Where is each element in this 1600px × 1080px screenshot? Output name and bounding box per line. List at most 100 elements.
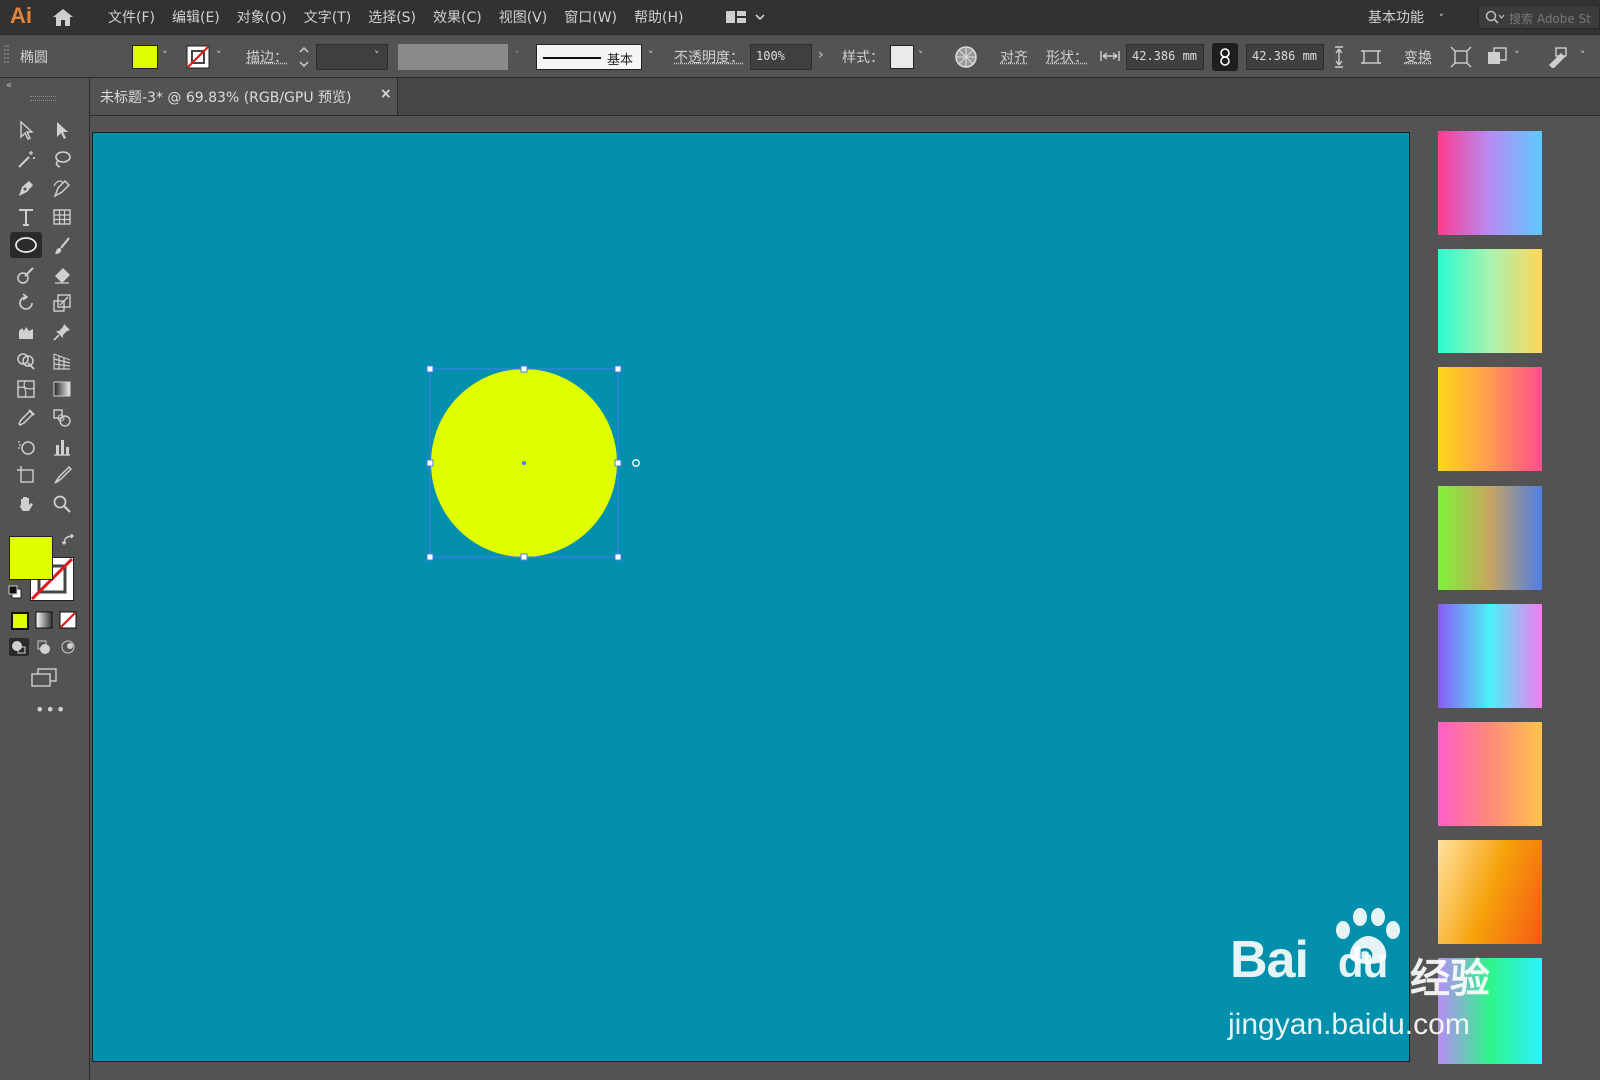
pen-tool-icon[interactable] [12, 175, 40, 201]
stroke-label[interactable]: 描边： [246, 47, 288, 67]
color-mode-button[interactable] [11, 612, 29, 630]
puppet-warp-tool-icon[interactable] [12, 319, 40, 345]
menu-effect[interactable]: 效果(C) [433, 7, 482, 27]
more-tools-icon[interactable]: ••• [35, 700, 66, 719]
variable-width-profile[interactable] [398, 44, 508, 70]
pie-widget-handle[interactable] [632, 459, 640, 467]
gradient-swatch[interactable] [1438, 131, 1542, 235]
change-screen-mode-icon[interactable] [30, 668, 58, 688]
chevron-down-icon[interactable]: ˅ [648, 49, 654, 62]
gradient-swatch[interactable] [1438, 722, 1542, 826]
artboard-tool-icon[interactable] [12, 462, 40, 488]
shape-builder-tool-icon[interactable] [12, 348, 40, 374]
ellipse-tool-icon[interactable] [10, 232, 42, 258]
gradient-mode-icon[interactable] [35, 611, 53, 629]
align-label[interactable]: 对齐 [1000, 47, 1028, 67]
selection-tool-icon[interactable] [12, 117, 40, 143]
eyedropper-tool-icon[interactable] [12, 405, 40, 431]
menu-edit[interactable]: 编辑(E) [172, 7, 220, 27]
fill-color-large[interactable] [9, 536, 53, 580]
type-tool-icon[interactable] [12, 204, 40, 230]
isolate-icon[interactable] [1450, 46, 1472, 68]
eraser-tool-icon[interactable] [48, 262, 76, 288]
menu-list: 文件(F) 编辑(E) 对象(O) 文字(T) 选择(S) 效果(C) 视图(V… [108, 7, 700, 27]
draw-normal-icon[interactable] [9, 638, 29, 656]
menu-object[interactable]: 对象(O) [237, 7, 287, 27]
perspective-grid-tool-icon[interactable] [48, 348, 76, 374]
chevron-right-icon[interactable]: › [818, 47, 824, 63]
lasso-tool-icon[interactable] [48, 146, 76, 172]
menu-view[interactable]: 视图(V) [499, 7, 548, 27]
paintbrush-tool-icon[interactable] [48, 233, 76, 259]
chevron-down-icon[interactable]: ˅ [374, 49, 380, 62]
rotate-tool-icon[interactable] [12, 290, 40, 316]
menu-window[interactable]: 窗口(W) [564, 7, 617, 27]
menu-select[interactable]: 选择(S) [368, 7, 416, 27]
menu-bar: Ai 文件(F) 编辑(E) 对象(O) 文字(T) 选择(S) 效果(C) 视… [0, 0, 1600, 34]
chevron-down-icon[interactable]: ˅ [1514, 49, 1520, 62]
collapse-panel-icon[interactable]: « [6, 80, 12, 91]
curvature-tool-icon[interactable] [48, 175, 76, 201]
recolor-artwork-icon[interactable] [954, 45, 978, 69]
chevron-down-icon[interactable]: ˅ [918, 49, 924, 62]
scale-tool-icon[interactable] [48, 290, 76, 316]
symbol-sprayer-tool-icon[interactable] [12, 434, 40, 460]
direct-selection-tool-icon[interactable] [48, 117, 76, 143]
shape-label[interactable]: 形状： [1046, 47, 1088, 67]
artboard[interactable] [92, 132, 1410, 1062]
workspace-switcher[interactable]: 基本功能 ˅ [1368, 7, 1444, 27]
arrange-icon[interactable] [1486, 46, 1508, 68]
fill-color-swatch[interactable] [132, 45, 158, 69]
stroke-none-icon[interactable] [186, 45, 210, 69]
watermark-brand-left: Bai [1230, 931, 1309, 989]
object-type-label: 椭圆 [20, 50, 48, 66]
gradient-swatch[interactable] [1438, 604, 1542, 708]
pin-tool-icon[interactable] [48, 319, 76, 345]
draw-behind-icon[interactable] [34, 638, 54, 656]
mesh-tool-icon[interactable] [12, 376, 40, 402]
workspace-name: 基本功能 [1368, 10, 1424, 26]
watermark-brand-mid: du [1337, 939, 1388, 986]
graphic-style-swatch[interactable] [890, 45, 914, 69]
close-tab-icon[interactable]: × [380, 86, 392, 102]
menu-help[interactable]: 帮助(H) [634, 7, 683, 27]
shaper-tool-icon[interactable] [12, 262, 40, 288]
swap-fill-stroke-icon[interactable] [62, 534, 76, 548]
arrange-documents-icon[interactable] [726, 9, 768, 29]
chevron-down-icon[interactable]: ˅ [216, 49, 222, 62]
chevron-down-icon[interactable]: ˅ [1580, 49, 1586, 62]
constrain-proportions-button[interactable] [1212, 43, 1238, 71]
brush-definition[interactable]: 基本 [536, 44, 642, 70]
shape-height-field[interactable]: 42.386 mm [1246, 44, 1324, 70]
menu-file[interactable]: 文件(F) [108, 7, 155, 27]
blend-tool-icon[interactable] [48, 405, 76, 431]
panel-options-icon[interactable] [1546, 46, 1568, 68]
default-fill-stroke-icon[interactable] [8, 585, 22, 599]
stroke-line-preview [543, 57, 601, 59]
transform-label[interactable]: 变换 [1404, 47, 1432, 67]
hand-tool-icon[interactable] [12, 491, 40, 517]
stroke-stepper-icon[interactable] [298, 44, 310, 70]
opacity-label[interactable]: 不透明度： [674, 47, 744, 67]
home-icon[interactable] [50, 6, 76, 28]
grid-tool-icon[interactable] [48, 204, 76, 230]
gradient-tool-icon[interactable] [48, 376, 76, 402]
none-mode-icon[interactable] [59, 611, 77, 629]
opacity-field[interactable]: 100% [750, 44, 812, 70]
gradient-swatch[interactable] [1438, 486, 1542, 590]
gradient-swatch[interactable] [1438, 367, 1542, 471]
zoom-tool-icon[interactable] [48, 491, 76, 517]
slice-tool-icon[interactable] [48, 462, 76, 488]
watermark-brand-right: 经验 [1410, 956, 1490, 1002]
shape-properties-icon[interactable] [1360, 47, 1382, 67]
magic-wand-tool-icon[interactable] [12, 146, 40, 172]
gradient-swatch[interactable] [1438, 249, 1542, 353]
menu-type[interactable]: 文字(T) [304, 7, 351, 27]
document-tab[interactable]: 未标题-3* @ 69.83% (RGB/GPU 预览) × [90, 78, 398, 115]
chevron-down-icon[interactable]: ˅ [162, 49, 168, 62]
shape-width-field[interactable]: 42.386 mm [1126, 44, 1204, 70]
graph-tool-icon[interactable] [48, 434, 76, 460]
search-stock-input[interactable]: 搜索 Adobe St [1478, 5, 1600, 29]
draw-inside-icon[interactable] [58, 638, 78, 656]
panel-grip[interactable] [30, 96, 56, 101]
